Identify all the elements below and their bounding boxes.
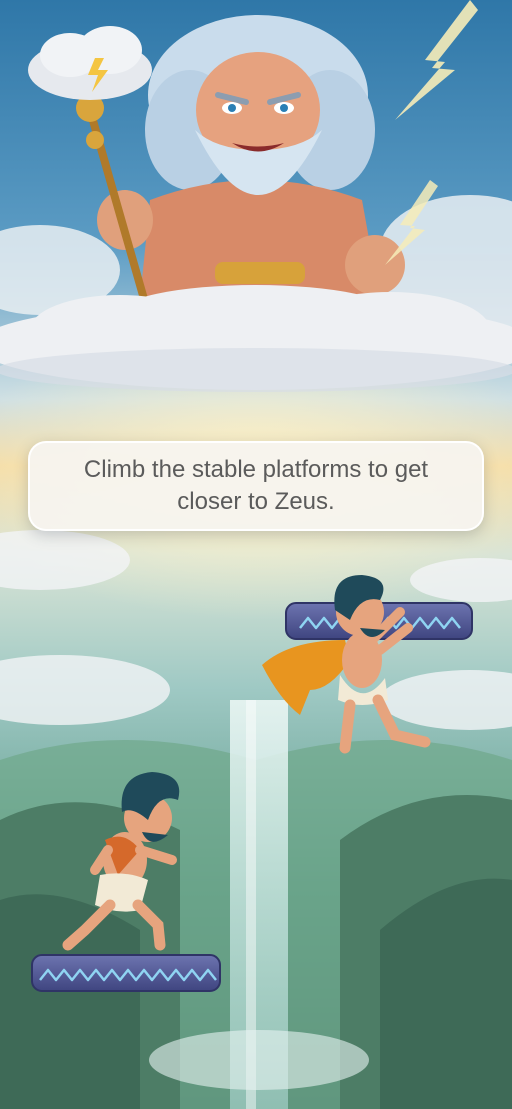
tutorial-text: Climb the stable platforms to get closer… xyxy=(83,456,429,515)
background-art xyxy=(0,0,512,1109)
game-scene xyxy=(0,0,512,1109)
platform-lower xyxy=(31,954,221,992)
tutorial-message: Climb the stable platforms to get closer… xyxy=(28,441,484,531)
